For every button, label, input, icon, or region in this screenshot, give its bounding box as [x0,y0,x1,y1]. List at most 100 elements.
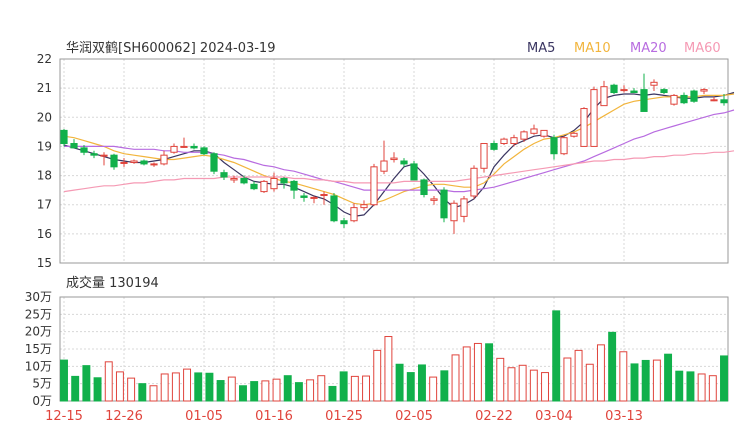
candle-body-down [630,90,638,94]
volume-bar-down [60,359,68,402]
volume-bar-up [171,372,180,402]
volume-bar-down [630,363,639,402]
candle-body-up [230,177,238,181]
candle-body-up [590,89,598,147]
candle [580,107,588,147]
price-tick-label: 15 [37,256,52,270]
volume-bar-up [652,359,661,402]
date-tick-label: 12-15 [45,409,83,424]
volume-bar-up [160,373,169,402]
candle [480,143,488,173]
candle-body-down [80,147,88,153]
volume-bar-down [641,359,650,402]
candle [250,181,258,191]
candle-body-down [640,89,648,112]
volume-bar-down [205,372,214,402]
date-axis: 12-15 12-26 01-05 01-16 01-25 02-05 02-22 03-04… [45,409,643,424]
volume-bar-up [104,361,113,402]
candle-body-up [270,177,278,190]
candle-body-up [470,167,478,197]
candle [530,124,538,135]
candle-body-up [510,137,518,145]
volume-bar-up [227,376,236,402]
candle-body-up [320,194,328,197]
candle [680,92,688,105]
candle-body-up [480,143,488,169]
candle [220,169,228,180]
volume-bar-down [239,385,247,402]
candle [260,179,268,194]
candle-body-up [100,154,108,157]
price-axis: 15 16 17 18 19 20 21 22 [37,52,52,270]
candle-body-down [440,189,448,219]
volume-tick-label: 5万 [32,377,52,391]
volume-grid [60,297,728,401]
candle-body-down [720,99,728,104]
candle [670,93,678,106]
candle-body-down [140,160,148,165]
candle-body-up [130,160,138,163]
legend-ma10: MA10 [574,41,611,56]
candle [180,137,188,148]
candle [430,195,438,205]
candle-body-down [660,89,668,94]
candle-body-up [180,145,188,148]
candle [610,83,618,94]
price-tick-label: 19 [37,139,52,153]
candle [600,80,608,107]
date-tick-label: 01-05 [185,409,223,424]
candle [330,193,338,223]
candle-body-up [600,86,608,107]
candle [650,79,658,92]
candle-body-up [120,161,128,164]
candle-body-up [430,198,438,201]
candle [280,177,288,189]
volume-bar-down [82,365,91,402]
volume-bar-down [216,380,225,402]
legend-ma20: MA20 [630,41,667,56]
candle [300,193,308,202]
legend: MA5 MA10 MA20 MA60 [527,41,721,56]
candle-body-down [300,195,308,198]
candle [520,130,528,143]
legend-ma5: MA5 [527,41,555,56]
candle-body-down [110,154,118,168]
candle-body-up [390,157,398,161]
volume-bar-up [473,342,482,402]
candle-body-down [280,177,288,184]
candle-body-up [380,160,388,172]
volume-axis: 0万 5万 10万 15万 20万 25万 30万 [25,290,52,408]
candle [60,128,68,147]
candle-body-up [650,81,658,86]
volume-bar-up [462,346,471,402]
candle-body-up [460,198,468,217]
volume-bar-up [115,371,124,402]
candle-body-up [580,108,588,147]
candle [350,203,358,223]
candle [590,86,598,147]
candle-body-up [560,137,568,155]
volume-bar-down [440,370,449,402]
candle-body-down [290,180,298,191]
volume-tick-label: 20万 [25,325,52,339]
stock-title: 华润双鹤[SH600062] 2024-03-19 [66,40,275,56]
candle-body-down [60,129,68,145]
candle [290,179,298,199]
candle [370,163,378,207]
candle [150,162,158,167]
candle [130,159,138,164]
volume-tick-label: 10万 [25,359,52,373]
volume-bar-down [664,353,673,402]
candle-body-up [540,129,548,137]
volume-bar-down [552,310,561,402]
candle [710,96,718,102]
volume-bar-up [183,368,192,402]
candle-body-down [200,147,208,155]
date-tick-label: 02-22 [475,409,513,424]
candle [70,139,78,149]
candle [660,88,668,94]
volume-bar-up [261,380,270,402]
candle-body-up [360,204,368,209]
candle [700,88,708,94]
volume-bar-up [518,364,527,402]
